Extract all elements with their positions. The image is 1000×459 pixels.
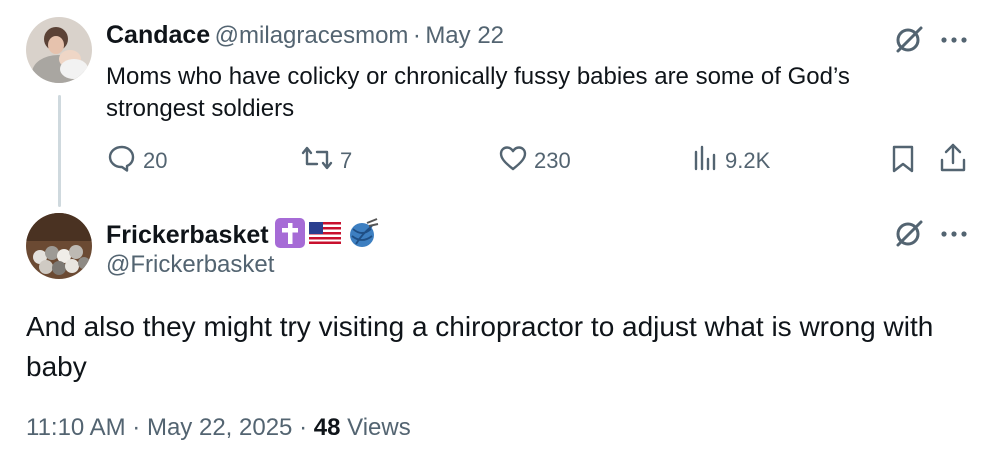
separator: · bbox=[299, 414, 308, 441]
reply-views-count: 48 bbox=[313, 414, 341, 441]
reply-author-handle[interactable]: @Frickerbasket bbox=[106, 251, 274, 279]
reply-views-label: Views bbox=[347, 414, 411, 441]
reply-header: Frickerbasket bbox=[106, 217, 379, 254]
us-flag-icon bbox=[308, 222, 341, 249]
reply-count: 20 bbox=[143, 148, 168, 173]
views-icon bbox=[693, 144, 725, 178]
like-icon bbox=[498, 144, 534, 178]
like-count: 230 bbox=[534, 148, 571, 173]
author-handle[interactable]: @milagracesmom bbox=[215, 22, 409, 49]
tweet-date[interactable]: May 22 bbox=[425, 22, 504, 49]
views-button[interactable]: 9.2K bbox=[693, 144, 770, 178]
reply-date[interactable]: May 22, 2025 bbox=[147, 414, 292, 441]
tweet-header: Candace @milagracesmom · May 22 bbox=[106, 21, 504, 50]
cross-emoji-icon bbox=[274, 218, 305, 253]
more-icon[interactable] bbox=[940, 226, 968, 237]
repost-count: 7 bbox=[340, 148, 353, 173]
repost-icon bbox=[300, 144, 340, 178]
yarn-emoji-icon bbox=[347, 217, 379, 254]
author-name[interactable]: Candace bbox=[106, 21, 210, 49]
reply-time[interactable]: 11:10 AM bbox=[26, 414, 126, 441]
like-button[interactable]: 230 bbox=[498, 144, 571, 178]
avatar-candace[interactable] bbox=[26, 17, 92, 83]
separator: · bbox=[132, 414, 141, 441]
reply-meta: 11:10 AM · May 22, 2025 · 48 Views bbox=[26, 414, 411, 442]
reply-button[interactable]: 20 bbox=[107, 144, 167, 178]
reply-author-name[interactable]: Frickerbasket bbox=[106, 221, 269, 250]
reply-icon bbox=[107, 144, 143, 178]
repost-button[interactable]: 7 bbox=[300, 144, 352, 178]
views-count: 9.2K bbox=[725, 148, 771, 173]
avatar-frickerbasket[interactable] bbox=[26, 213, 92, 279]
bookmark-icon[interactable] bbox=[890, 144, 916, 174]
share-icon[interactable] bbox=[938, 142, 968, 174]
thread-line bbox=[58, 95, 61, 207]
more-icon[interactable] bbox=[940, 32, 968, 43]
separator: · bbox=[412, 22, 421, 49]
tweet-text: Moms who have colicky or chronically fus… bbox=[106, 63, 850, 122]
reply-text: And also they might try visiting a chiro… bbox=[26, 311, 934, 382]
grok-icon[interactable] bbox=[894, 218, 924, 248]
grok-icon[interactable] bbox=[894, 24, 924, 54]
